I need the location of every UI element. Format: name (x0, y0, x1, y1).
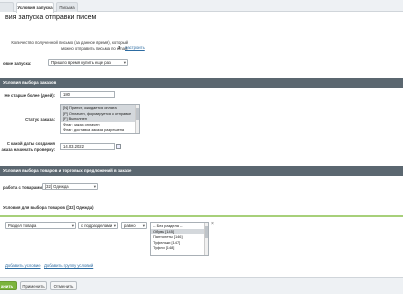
check-date-input[interactable]: 14.03.2022 (60, 143, 115, 150)
add-group-link[interactable]: Добавить группу условий (44, 263, 93, 268)
tab-launch-conditions[interactable]: Условия запуска (16, 2, 54, 13)
work-with-select-value: [32] Одежда (45, 184, 69, 189)
condition-compare-value: равно (124, 223, 136, 228)
not-older-input[interactable]: 180 (60, 91, 115, 98)
condition-field-value: Раздел товара (8, 223, 37, 228)
settings-link[interactable]: настроить (125, 45, 145, 50)
condition-operator-select[interactable]: с подразделами (78, 222, 118, 229)
counter-label: Количество полученной письмо (за данное … (10, 40, 128, 51)
condition-values-scrollbar[interactable] (204, 223, 208, 255)
counter-value: 3 (118, 45, 121, 50)
tab-general[interactable] (0, 2, 14, 12)
condition-field-select[interactable]: Раздел товара (5, 222, 76, 229)
check-date-label-line1: С какой даты создания (6, 141, 55, 146)
save-button[interactable]: анить (0, 281, 17, 290)
trigger-select[interactable]: Пришло время купить еще раз (48, 59, 128, 66)
not-older-label: Не старше более (дней): (4, 93, 55, 98)
section-goods-header: Условия выбора товаров и торговых предло… (0, 166, 403, 176)
work-with-select[interactable]: [32] Одежда (42, 183, 98, 190)
tab-letters[interactable]: Письма (56, 2, 78, 12)
condition-operator-value: с подразделами (81, 223, 113, 228)
check-date-label-line2: аказа начинать проверку: (1, 146, 55, 152)
conditions-title: Условия для выбора товаров ([32] Одежда) (3, 205, 94, 210)
remove-condition-icon[interactable]: × (211, 221, 214, 227)
order-status-listbox[interactable]: [N] Принят, ожидается оплата [P] Оплачен… (60, 104, 140, 134)
apply-button[interactable]: Применить (20, 281, 47, 290)
tab-bar: Условия запуска Письма (0, 0, 403, 13)
condition-compare-select[interactable]: равно (121, 222, 147, 229)
add-condition-link[interactable]: Добавить условие (5, 263, 41, 268)
trigger-label: овие запуска: (3, 61, 32, 66)
condition-values-listbox[interactable]: -- Без раздела -- Обувь [145] Пантолеты … (150, 222, 209, 256)
counter-label-line1: Количество полученной письмо (за данное … (11, 40, 128, 45)
cancel-button[interactable]: Отменить (50, 281, 77, 290)
calendar-icon[interactable] (116, 144, 121, 149)
condition-value-option[interactable]: Туфли [148] (151, 245, 208, 251)
order-status-option[interactable]: Флаг: доставка заказа разрешена (61, 127, 139, 133)
order-status-label: Статус заказа: (25, 117, 55, 122)
page-title: вия запуска отправки писем (5, 14, 97, 21)
check-date-label: С какой даты создания аказа начинать про… (0, 141, 55, 152)
work-with-label: работа с товарами: (3, 185, 44, 190)
section-orders-header: Условия выбора заказов (0, 78, 403, 88)
order-status-scrollbar[interactable] (135, 105, 139, 133)
trigger-select-value: Пришло время купить еще раз (51, 60, 111, 65)
counter-label-line2: можно отправить письма по email: (61, 45, 128, 51)
